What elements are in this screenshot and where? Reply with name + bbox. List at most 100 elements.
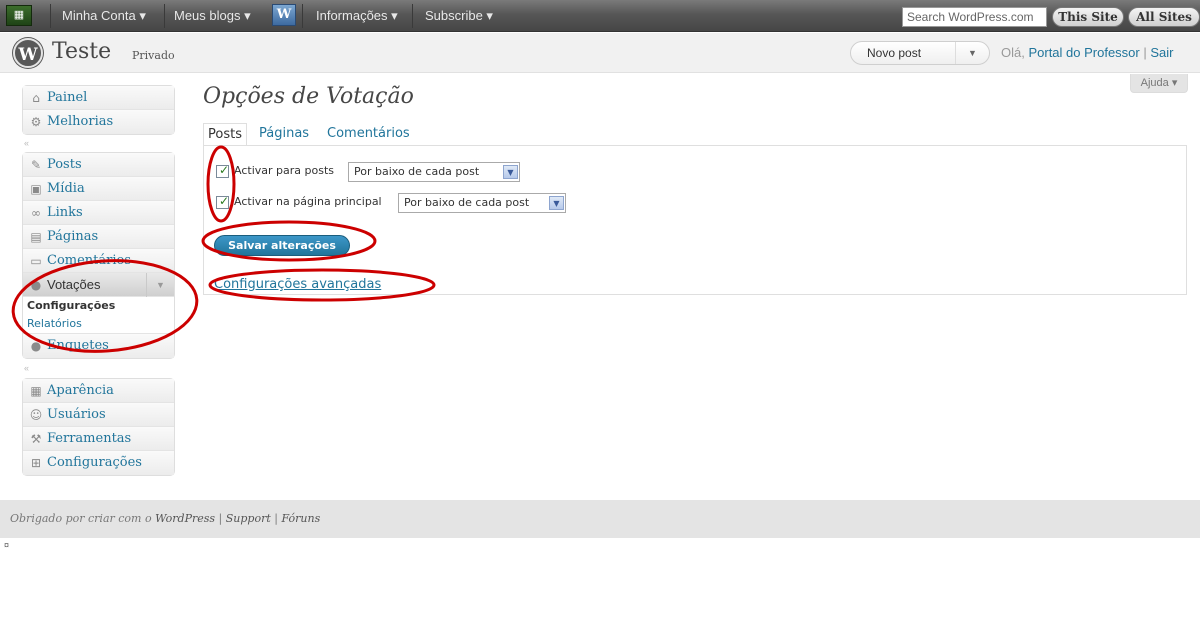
site-title[interactable]: Teste [52,39,111,64]
homepage-position-value: Por baixo de cada post [404,196,530,209]
appearance-icon: ▦ [30,384,42,398]
footer-support-link[interactable]: Support [226,512,271,525]
sidebar-item-midia[interactable]: ▣ Mídia [23,177,174,201]
subscribe-menu[interactable]: Subscribe ▾ [425,6,493,26]
sidebar-item-paginas[interactable]: ▤ Páginas [23,225,174,249]
footer-text: Obrigado por criar com o WordPress | Sup… [10,512,320,525]
wordpress-logo-icon: W [13,38,43,68]
footer-wordpress-link[interactable]: WordPress [155,512,215,525]
sidebar-item-votacoes[interactable]: ● Votações ▼ [23,273,174,297]
user-greeting: Olá, Portal do Professor | Sair [1001,45,1173,60]
footer-forums-link[interactable]: Fóruns [281,512,320,525]
sidebar-item-label: Posts [47,157,82,172]
checkmark-icon: ✓ [219,194,230,208]
users-icon: ☺ [29,408,43,422]
admin-bar: ▦ Minha Conta ▾ Meus blogs ▾ W Informaçõ… [0,0,1200,32]
advanced-settings-link[interactable]: Configurações avançadas [214,277,381,292]
pin-icon: ✎ [30,158,42,172]
stray-mark: ¤ [4,540,10,550]
sidebar-item-enquetes[interactable]: ● Enquetes [23,334,174,358]
media-icon: ▣ [30,182,42,196]
sidebar-group-settings: ▦ Aparência ☺ Usuários ⚒ Ferramentas ⊞ C… [22,378,175,476]
footer: Obrigado por criar com o WordPress | Sup… [0,500,1200,538]
sidebar-group-dashboard: ⌂ Painel ⚙ Melhorias [22,85,175,135]
votacoes-submenu: Configurações Relatórios [23,297,174,334]
sidebar-item-melhorias[interactable]: ⚙ Melhorias [23,110,174,134]
info-menu[interactable]: Informações ▾ [316,6,398,26]
posts-position-select[interactable]: Por baixo de cada post ▼ [348,162,520,182]
homepage-position-select[interactable]: Por baixo de cada post ▼ [398,193,566,213]
wpcom-logo-icon[interactable]: ▦ [6,5,32,26]
sidebar-item-links[interactable]: ∞ Links [23,201,174,225]
wpcom-search-input[interactable]: Search WordPress.com [902,7,1047,27]
all-sites-button[interactable]: All Sites [1128,7,1200,27]
page-title: Opções de Votação [203,84,414,109]
chevron-down-icon[interactable]: ▼ [503,165,518,179]
site-header: W Teste Privado Novo post ▼ Olá, Portal … [0,33,1200,73]
save-changes-button[interactable]: Salvar alterações [214,235,350,256]
sidebar-item-label: Páginas [47,229,99,244]
survey-icon: ● [30,339,42,353]
chevron-down-icon[interactable]: ▼ [549,196,564,210]
sidebar-item-label: Melhorias [47,114,114,129]
admin-bar-divider [50,4,51,28]
blog-wordpress-icon[interactable]: W [272,4,296,26]
chevron-down-icon[interactable]: ▼ [955,42,989,64]
tab-posts[interactable]: Posts [203,123,247,146]
my-account-menu[interactable]: Minha Conta ▾ [62,6,146,26]
sidebar-item-label: Enquetes [47,338,109,353]
new-post-label[interactable]: Novo post [867,46,921,60]
posts-position-value: Por baixo de cada post [354,165,480,178]
collapse-arrow-icon[interactable]: « [24,138,29,148]
submenu-toggle-icon[interactable]: ▼ [146,273,174,297]
enable-homepage-checkbox[interactable]: ✓ [216,194,230,209]
submenu-item-relatorios[interactable]: Relatórios [23,315,174,333]
link-icon: ∞ [31,206,41,220]
options-panel: ✓ Activar para posts Por baixo de cada p… [203,145,1187,295]
new-post-dropdown[interactable]: Novo post ▼ [850,41,990,65]
sidebar-item-ferramentas[interactable]: ⚒ Ferramentas [23,427,174,451]
pages-icon: ▤ [30,230,42,244]
sidebar-item-label: Comentários [47,253,132,268]
my-blogs-menu[interactable]: Meus blogs ▾ [174,6,251,26]
sidebar-item-label: Usuários [47,407,106,422]
logout-link[interactable]: Sair [1150,45,1173,60]
submenu-item-configuracoes[interactable]: Configurações [23,297,174,315]
sidebar-item-label: Configurações [47,455,142,470]
sidebar-item-usuarios[interactable]: ☺ Usuários [23,403,174,427]
sidebar-item-comentarios[interactable]: ▭ Comentários [23,249,174,273]
sidebar-item-label: Votações [47,277,101,292]
sidebar-item-posts[interactable]: ✎ Posts [23,153,174,177]
admin-bar-divider [164,4,165,28]
collapse-arrow-icon[interactable]: « [24,363,29,373]
footer-separator: | [270,512,282,525]
sidebar-item-aparencia[interactable]: ▦ Aparência [23,379,174,403]
footer-prefix: Obrigado por criar com o [10,512,156,525]
user-name-link[interactable]: Portal do Professor [1028,45,1139,60]
home-icon: ⌂ [32,91,40,105]
sidebar-item-label: Ferramentas [47,431,132,446]
enable-posts-label: Activar para posts [234,164,334,177]
comment-icon: ▭ [30,254,42,268]
sidebar-item-label: Aparência [47,383,114,398]
greeting-separator: | [1139,45,1151,60]
admin-bar-divider [412,4,413,28]
enable-posts-checkbox[interactable]: ✓ [216,163,229,178]
sidebar-item-painel[interactable]: ⌂ Painel [23,86,174,110]
sidebar-item-label: Mídia [47,181,85,196]
this-site-button[interactable]: This Site [1052,7,1124,27]
enable-homepage-label: Activar na página principal [234,195,382,208]
sidebar-group-content: ✎ Posts ▣ Mídia ∞ Links ▤ Páginas ▭ Come… [22,152,175,359]
greeting-prefix: Olá, [1001,45,1029,60]
tab-comentarios[interactable]: Comentários [327,123,410,145]
help-tab[interactable]: Ajuda ▾ [1130,74,1188,93]
sidebar-item-label: Links [47,205,83,220]
settings-icon: ⊞ [30,456,42,470]
polls-icon: ● [30,278,42,292]
sidebar-item-label: Painel [47,90,88,105]
site-privacy-label: Privado [132,49,175,62]
gear-icon: ⚙ [30,115,42,129]
tab-paginas[interactable]: Páginas [259,123,309,145]
tools-icon: ⚒ [30,432,42,446]
sidebar-item-configuracoes[interactable]: ⊞ Configurações [23,451,174,475]
